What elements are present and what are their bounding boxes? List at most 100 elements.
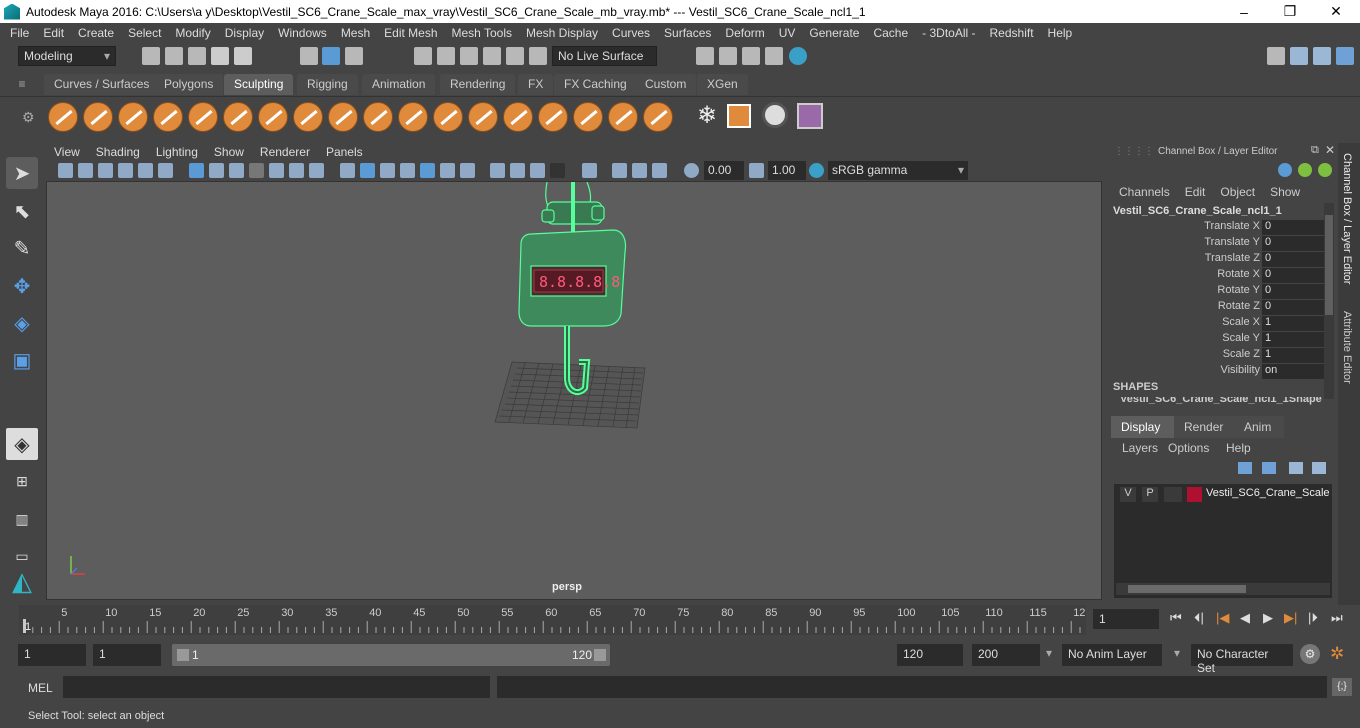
cb-menu-edit[interactable]: Edit — [1185, 185, 1206, 199]
xray-active-icon[interactable] — [632, 163, 647, 178]
vp-menu-view[interactable]: View — [46, 145, 88, 159]
layer-name[interactable]: Vestil_SC6_Crane_Scale — [1206, 487, 1330, 499]
attribute-row[interactable]: Scale Z1 — [1106, 348, 1338, 364]
perspective-viewport[interactable]: 8.8.8.8.8 persp — [46, 181, 1102, 600]
float-panel-icon[interactable]: ⧉ — [1311, 144, 1319, 157]
field-chart-icon[interactable] — [269, 163, 284, 178]
attribute-value[interactable]: 0 — [1262, 236, 1324, 251]
render-current-icon[interactable] — [719, 47, 737, 65]
anti-aliasing-icon[interactable] — [530, 163, 545, 178]
step-forward-key-icon[interactable]: ▶| — [1284, 610, 1297, 626]
timeline-track[interactable]: 5 10 15 20 25 30 35 40 45 50 55 60 65 70 75 80 85 90 95 100… — [19, 605, 1086, 635]
shelf-menu-icon[interactable]: ≡ — [0, 74, 44, 95]
attribute-value[interactable]: 1 — [1262, 332, 1324, 347]
depth-of-field-icon[interactable] — [550, 163, 565, 178]
chevron-down-icon[interactable]: ▾ — [1174, 646, 1180, 660]
menu-deform[interactable]: Deform — [718, 26, 771, 40]
menu-help[interactable]: Help — [1041, 26, 1080, 40]
close-panel-icon[interactable]: ✕ — [1325, 143, 1335, 157]
command-input[interactable] — [63, 676, 490, 698]
tab-animation[interactable]: Animation — [362, 74, 436, 95]
select-component-icon[interactable] — [345, 47, 363, 65]
auto-key-icon[interactable]: ⚙ — [1300, 644, 1320, 664]
snap-point-icon[interactable] — [460, 47, 478, 65]
sculpt-tool-icon[interactable] — [48, 102, 78, 132]
menu-windows[interactable]: Windows — [271, 26, 334, 40]
tab-rendering[interactable]: Rendering — [440, 74, 516, 95]
move-layer-up-icon[interactable] — [1238, 462, 1252, 474]
select-object-icon[interactable] — [322, 47, 340, 65]
save-scene-icon[interactable] — [188, 47, 206, 65]
gamma-field[interactable]: 1.00 — [768, 161, 806, 180]
menu-edit[interactable]: Edit — [36, 26, 71, 40]
new-empty-layer-icon[interactable] — [1289, 462, 1303, 474]
sculpt-blend-icon[interactable] — [797, 103, 823, 129]
range-bar[interactable]: 1 120 — [172, 644, 610, 666]
attribute-row[interactable]: Rotate Y0 — [1106, 284, 1338, 300]
foamy-tool-icon[interactable] — [258, 102, 288, 132]
cb-menu-object[interactable]: Object — [1220, 185, 1255, 199]
exposure-field[interactable]: 0.00 — [704, 161, 744, 180]
rotate-tool-icon[interactable]: ◈ — [6, 307, 38, 339]
film-gate-icon[interactable] — [209, 163, 224, 178]
render-settings-icon[interactable] — [765, 47, 783, 65]
gate-mask-icon[interactable] — [249, 163, 264, 178]
gamma-icon[interactable] — [749, 163, 764, 178]
menu-cache[interactable]: Cache — [866, 26, 915, 40]
vp-menu-shading[interactable]: Shading — [88, 145, 148, 159]
render-view-icon[interactable] — [696, 47, 714, 65]
menu-3dtoall[interactable]: - 3DtoAll - — [915, 26, 982, 40]
menu-surfaces[interactable]: Surfaces — [657, 26, 718, 40]
animation-end-field[interactable]: 200 — [972, 644, 1040, 666]
tab-channel-box-layer-editor[interactable]: Channel Box / Layer Editor — [1341, 153, 1353, 284]
layer-horizontal-scrollbar[interactable] — [1116, 583, 1330, 595]
attribute-value[interactable]: 0 — [1262, 268, 1324, 283]
layer-playback-toggle[interactable]: P — [1142, 487, 1158, 502]
attribute-row[interactable]: Scale Y1 — [1106, 332, 1338, 348]
ipr-render-icon[interactable] — [742, 47, 760, 65]
spray-tool-icon[interactable] — [293, 102, 323, 132]
fill-tool-icon[interactable] — [468, 102, 498, 132]
step-back-key-icon[interactable]: |◀ — [1216, 610, 1229, 626]
xray-icon[interactable] — [612, 163, 627, 178]
menu-generate[interactable]: Generate — [802, 26, 866, 40]
attribute-value[interactable]: 1 — [1262, 316, 1324, 331]
time-slider[interactable]: 5 10 15 20 25 30 35 40 45 50 55 60 65 70 75 80 85 90 95 100… — [0, 605, 1360, 635]
relax-tool-icon[interactable] — [118, 102, 148, 132]
layer-visibility-toggle[interactable]: V — [1120, 487, 1136, 502]
menu-curves[interactable]: Curves — [605, 26, 657, 40]
redo-icon[interactable] — [234, 47, 252, 65]
two-d-pan-icon[interactable] — [138, 163, 153, 178]
vp-menu-renderer[interactable]: Renderer — [252, 145, 318, 159]
channel-box-hide-icon[interactable] — [1318, 163, 1332, 177]
single-perspective-layout-icon[interactable]: ◈ — [6, 428, 38, 460]
use-all-lights-icon[interactable] — [440, 163, 455, 178]
image-plane-icon[interactable] — [118, 163, 133, 178]
script-editor-icon[interactable]: {;} — [1332, 678, 1352, 696]
attribute-row[interactable]: Translate Y0 — [1106, 236, 1338, 252]
smooth-shade-icon[interactable] — [360, 163, 375, 178]
channel-box-sync-icon[interactable] — [1298, 163, 1312, 177]
menu-redshift[interactable]: Redshift — [983, 26, 1041, 40]
playback-start-field[interactable]: 1 — [93, 644, 161, 666]
maya-home-icon[interactable]: ◭ — [6, 565, 38, 597]
motion-blur-icon[interactable] — [510, 163, 525, 178]
tab-xgen[interactable]: XGen — [697, 74, 748, 95]
hypershade-icon[interactable] — [789, 47, 807, 65]
menu-edit-mesh[interactable]: Edit Mesh — [377, 26, 444, 40]
snap-surface-icon[interactable] — [506, 47, 524, 65]
layer-display-type-toggle[interactable] — [1164, 487, 1182, 502]
screen-space-ao-icon[interactable] — [490, 163, 505, 178]
repeat-tool-icon[interactable] — [328, 102, 358, 132]
play-backwards-icon[interactable]: ◀ — [1240, 610, 1250, 626]
move-tool-icon[interactable]: ✥ — [6, 270, 38, 302]
tab-sculpting[interactable]: Sculpting — [224, 74, 294, 95]
attribute-value[interactable]: 0 — [1262, 300, 1324, 315]
tab-custom[interactable]: Custom — [635, 74, 697, 95]
grease-pencil-icon[interactable] — [158, 163, 173, 178]
range-end-handle[interactable] — [594, 649, 606, 661]
wax-tool-icon[interactable] — [398, 102, 428, 132]
attribute-value[interactable]: 0 — [1262, 220, 1324, 235]
go-to-start-icon[interactable]: ⏮ — [1170, 610, 1182, 626]
default-material-icon[interactable] — [400, 163, 415, 178]
